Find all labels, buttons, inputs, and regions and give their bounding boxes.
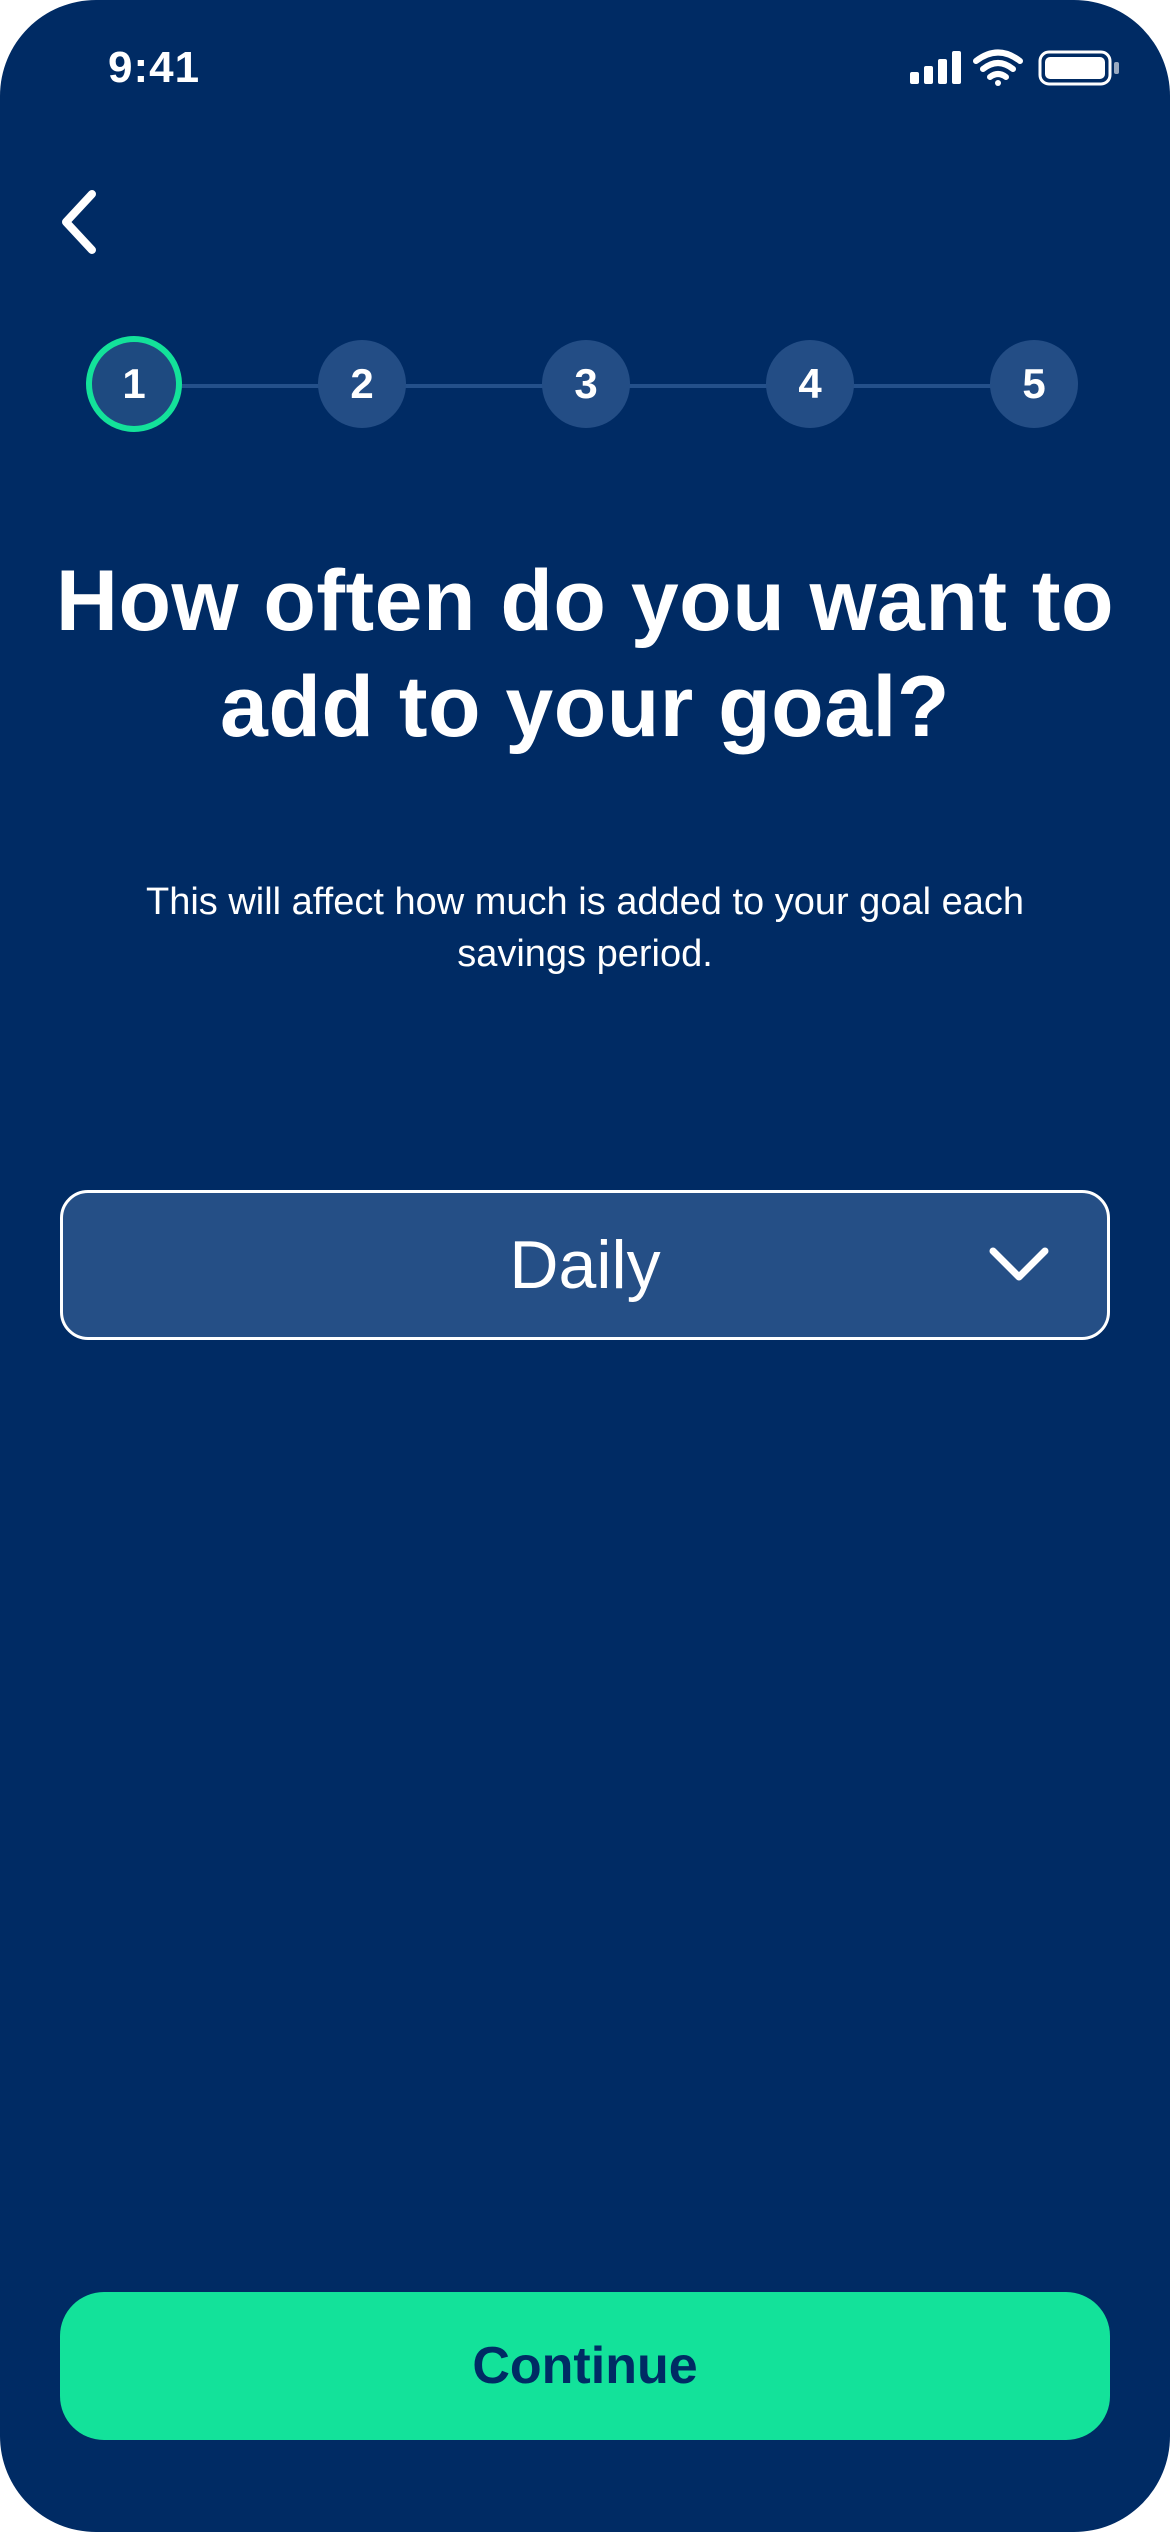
page-description: This will affect how much is added to yo… (146, 881, 1024, 975)
page-title: How often do you want to add to your goa… (55, 553, 1115, 755)
chevron-down-icon (989, 1247, 1049, 1281)
status-bar-icons (910, 48, 1130, 88)
step-2[interactable]: 2 (318, 340, 406, 428)
chevron-left-icon (62, 190, 96, 254)
cellular-signal-icon (910, 51, 961, 84)
frequency-dropdown[interactable]: Daily (60, 1190, 1110, 1340)
progress-stepper: 1 2 3 4 5 (86, 334, 1086, 438)
frequency-selected-value: Daily (509, 1227, 661, 1303)
frequency-step-screen: 9:41 1 2 3 4 5 How often do you want to … (0, 0, 1170, 2532)
step-1[interactable]: 1 (86, 336, 182, 432)
back-button[interactable] (52, 186, 108, 258)
continue-button[interactable]: Continue (60, 2292, 1110, 2440)
step-3[interactable]: 3 (542, 340, 630, 428)
wifi-icon (973, 49, 1023, 86)
step-4[interactable]: 4 (766, 340, 854, 428)
status-bar-time: 9:41 (108, 43, 201, 92)
battery-icon (1038, 50, 1119, 86)
step-5[interactable]: 5 (990, 340, 1078, 428)
